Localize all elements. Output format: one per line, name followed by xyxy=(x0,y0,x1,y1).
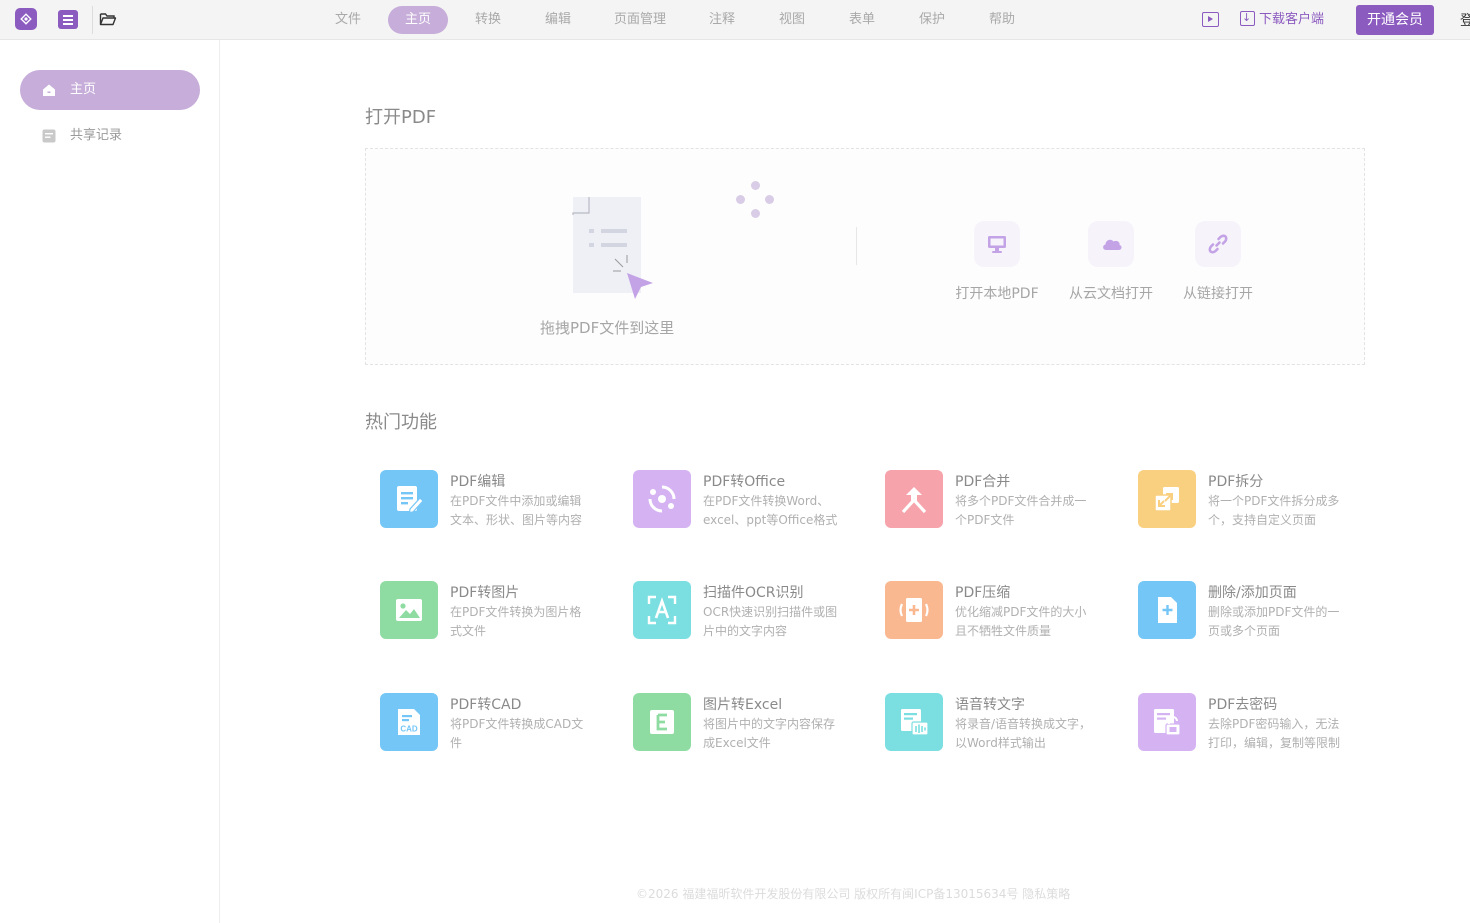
feature-description: OCR快速识别扫描件或图片中的文字内容 xyxy=(703,605,838,638)
drop-file-illustration xyxy=(571,197,661,306)
tab-edit[interactable]: 编辑 xyxy=(528,6,588,34)
tab-protect[interactable]: 保护 xyxy=(902,6,962,34)
feature-description: 优化缩减PDF文件的大小且不牺牲文件质量 xyxy=(955,605,1087,638)
feature-description: 在PDF文件转换Word、excel、ppt等Office格式 xyxy=(703,494,838,527)
sidebar-item-label: 主页 xyxy=(70,82,97,97)
feature-description: 将PDF文件转换成CAD文件 xyxy=(450,717,584,750)
pdf-drop-zone[interactable]: 拖拽PDF文件到这里 打开本地PDF 从云文档打开 从链接打开 xyxy=(365,148,1365,365)
compress-icon xyxy=(885,581,943,639)
document-icon xyxy=(42,129,56,143)
monitor-icon xyxy=(974,221,1020,267)
footer-copyright: ©2026 福建福昕软件开发股份有限公司 版权所有闽ICP备13015634号 … xyxy=(636,887,1071,901)
play-video-icon[interactable] xyxy=(1202,12,1219,27)
add-page-icon xyxy=(1138,581,1196,639)
feature-add-delete-pages[interactable]: 删除/添加页面 删除或添加PDF文件的一页或多个页面 xyxy=(1138,581,1378,651)
feature-description: 去除PDF密码输入，无法打印，编辑，复制等限制 xyxy=(1208,717,1341,750)
feature-pdf-compress[interactable]: PDF压缩 优化缩减PDF文件的大小且不牺牲文件质量 xyxy=(885,581,1125,651)
feature-pdf-to-office[interactable]: PDF转Office 在PDF文件转换Word、excel、ppt等Office… xyxy=(633,470,873,540)
tab-annotate[interactable]: 注释 xyxy=(692,6,752,34)
feature-description: 在PDF文件中添加或编辑文本、形状、图片等内容 xyxy=(450,494,583,527)
login-link[interactable]: 登 xyxy=(1460,10,1470,30)
open-option-label: 从云文档打开 xyxy=(1069,286,1153,302)
excel-icon xyxy=(633,693,691,751)
voice-icon xyxy=(885,693,943,751)
tab-file[interactable]: 文件 xyxy=(318,6,378,34)
ocr-icon xyxy=(633,581,691,639)
unlock-icon xyxy=(1138,693,1196,751)
feature-image-to-excel[interactable]: 图片转Excel 将图片中的文字内容保存成Excel文件 xyxy=(633,693,873,763)
feature-title: PDF转CAD xyxy=(450,697,522,713)
feature-title: PDF去密码 xyxy=(1208,697,1278,713)
feature-pdf-to-cad[interactable]: CAD PDF转CAD 将PDF文件转换成CAD文件 xyxy=(380,693,620,763)
tab-page-management[interactable]: 页面管理 xyxy=(600,6,680,34)
sidebar-item-home[interactable]: 主页 xyxy=(20,70,200,110)
tab-convert[interactable]: 转换 xyxy=(458,6,518,34)
feature-title: PDF压缩 xyxy=(955,585,1011,601)
feature-title: 语音转文字 xyxy=(955,697,1025,713)
open-from-link-button[interactable]: 从链接打开 xyxy=(1168,221,1268,303)
toolbar-divider xyxy=(92,6,93,34)
open-pdf-title: 打开PDF xyxy=(365,107,437,128)
open-from-cloud-button[interactable]: 从云文档打开 xyxy=(1061,221,1161,303)
feature-title: PDF编辑 xyxy=(450,474,506,490)
feature-pdf-to-image[interactable]: PDF转图片 在PDF文件转换为图片格式文件 xyxy=(380,581,620,651)
feature-title: PDF合并 xyxy=(955,474,1011,490)
feature-description: 将图片中的文字内容保存成Excel文件 xyxy=(703,717,836,750)
open-folder-icon[interactable] xyxy=(99,11,117,31)
convert-icon xyxy=(633,470,691,528)
top-toolbar: 文件 主页 转换 编辑 页面管理 注释 视图 表单 保护 帮助 下载客户端 开通… xyxy=(0,0,1470,40)
feature-title: 删除/添加页面 xyxy=(1208,585,1297,601)
tab-help[interactable]: 帮助 xyxy=(972,6,1032,34)
cloud-icon xyxy=(1088,221,1134,267)
sidebar: 主页 共享记录 xyxy=(0,40,220,923)
feature-pdf-split[interactable]: PDF拆分 将一个PDF文件拆分成多个，支持自定义页面 xyxy=(1138,470,1378,540)
feature-description: 将一个PDF文件拆分成多个，支持自定义页面 xyxy=(1208,494,1340,527)
open-option-label: 打开本地PDF xyxy=(955,286,1039,302)
merge-icon xyxy=(885,470,943,528)
feature-remove-password[interactable]: PDF去密码 去除PDF密码输入，无法打印，编辑，复制等限制 xyxy=(1138,693,1378,763)
hot-features-title: 热门功能 xyxy=(365,412,437,433)
loading-spinner-icon xyxy=(736,181,776,221)
tab-form[interactable]: 表单 xyxy=(832,6,892,34)
feature-title: 扫描件OCR识别 xyxy=(703,585,804,601)
svg-text:CAD: CAD xyxy=(400,725,418,734)
app-logo-icon[interactable] xyxy=(15,8,37,30)
feature-title: PDF转图片 xyxy=(450,585,520,601)
cad-icon: CAD xyxy=(380,693,438,751)
feature-description: 删除或添加PDF文件的一页或多个页面 xyxy=(1208,605,1340,638)
download-client-label: 下载客户端 xyxy=(1259,12,1325,27)
home-icon xyxy=(42,83,56,97)
image-icon xyxy=(380,581,438,639)
drop-zone-label: 拖拽PDF文件到这里 xyxy=(540,319,675,337)
tab-home[interactable]: 主页 xyxy=(388,6,448,34)
split-icon xyxy=(1138,470,1196,528)
open-option-label: 从链接打开 xyxy=(1183,286,1253,302)
open-vip-button[interactable]: 开通会员 xyxy=(1356,5,1434,35)
download-client-link[interactable]: 下载客户端 xyxy=(1240,8,1325,30)
feature-description: 在PDF文件转换为图片格式文件 xyxy=(450,605,582,638)
drop-zone-divider xyxy=(856,227,857,265)
feature-voice-to-text[interactable]: 语音转文字 将录音/语音转换成文字，以Word样式输出 xyxy=(885,693,1125,763)
feature-title: 图片转Excel xyxy=(703,697,783,713)
download-icon xyxy=(1240,8,1255,28)
feature-ocr[interactable]: 扫描件OCR识别 OCR快速识别扫描件或图片中的文字内容 xyxy=(633,581,873,651)
feature-pdf-merge[interactable]: PDF合并 将多个PDF文件合并成一个PDF文件 xyxy=(885,470,1125,540)
tab-view[interactable]: 视图 xyxy=(762,6,822,34)
edit-icon xyxy=(380,470,438,528)
feature-description: 将录音/语音转换成文字，以Word样式输出 xyxy=(955,717,1092,750)
sidebar-item-label: 共享记录 xyxy=(70,128,123,143)
feature-title: PDF拆分 xyxy=(1208,474,1264,490)
feature-description: 将多个PDF文件合并成一个PDF文件 xyxy=(955,494,1087,527)
hamburger-menu-icon[interactable] xyxy=(58,10,78,29)
feature-pdf-edit[interactable]: PDF编辑 在PDF文件中添加或编辑文本、形状、图片等内容 xyxy=(380,470,620,540)
link-icon xyxy=(1195,221,1241,267)
feature-title: PDF转Office xyxy=(703,474,786,490)
sidebar-item-share-records[interactable]: 共享记录 xyxy=(20,116,200,156)
open-local-pdf-button[interactable]: 打开本地PDF xyxy=(947,221,1047,303)
